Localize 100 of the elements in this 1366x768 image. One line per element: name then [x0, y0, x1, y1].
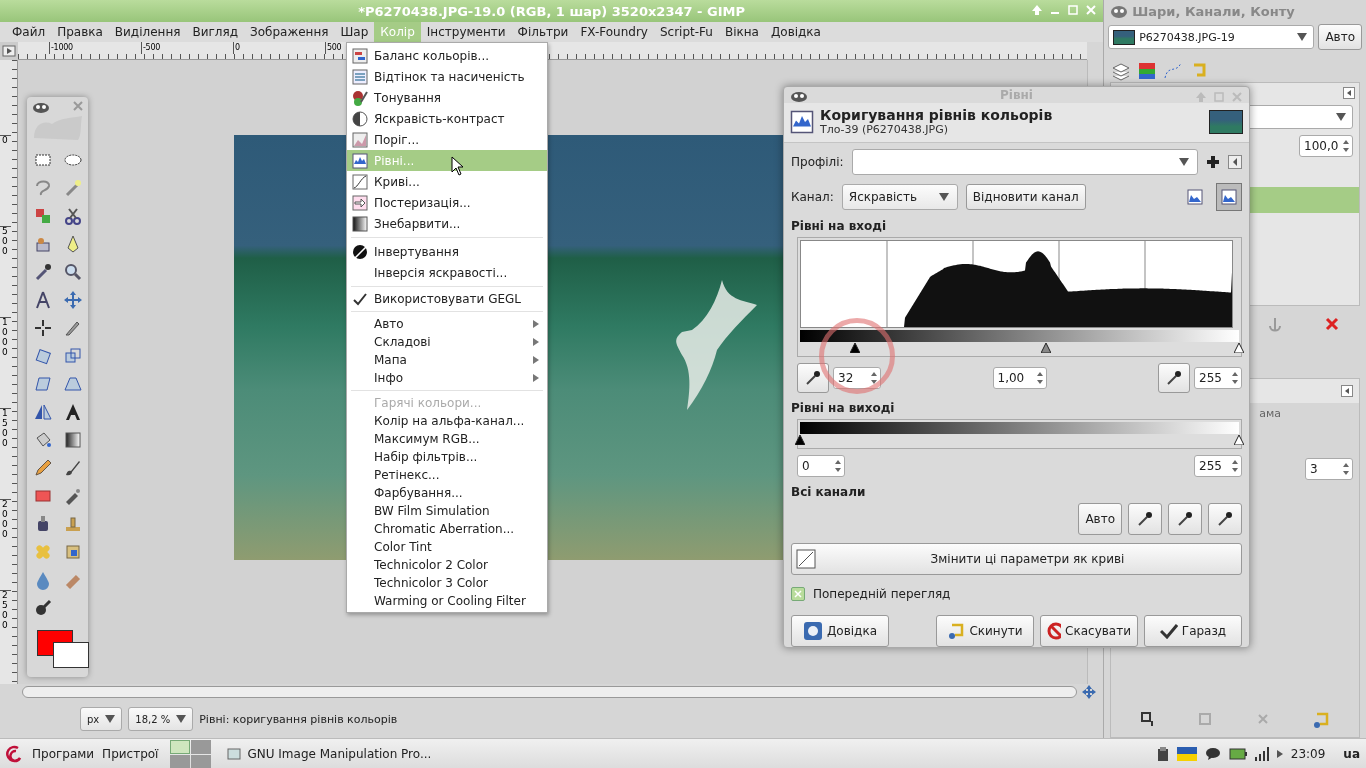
- menu-item[interactable]: Тонування: [347, 87, 547, 108]
- keyboard-layout[interactable]: ua: [1343, 747, 1360, 761]
- pencil-icon[interactable]: [32, 458, 53, 478]
- menu-item[interactable]: Постеризація...: [347, 192, 547, 213]
- zoom-dropdown[interactable]: 18,2 %: [128, 707, 194, 731]
- swirl-logo-icon[interactable]: [6, 745, 24, 763]
- spinner-arrows-icon[interactable]: [1342, 139, 1350, 153]
- menu-item[interactable]: Відтінок та насиченість: [347, 66, 547, 87]
- menu-bar-item[interactable]: Інструменти: [420, 22, 512, 42]
- scale-icon[interactable]: [62, 346, 83, 366]
- menu-item[interactable]: Color Tint: [347, 538, 547, 556]
- channel-dropdown[interactable]: Яскравість: [841, 184, 958, 210]
- menu-bar-item[interactable]: Файл: [6, 22, 52, 42]
- menu-bar-item[interactable]: Вікна: [718, 22, 765, 42]
- menu-item[interactable]: Криві...: [347, 171, 547, 192]
- signal-icon[interactable]: [1254, 747, 1269, 761]
- eyedropper-button[interactable]: [1168, 503, 1202, 535]
- image-dropdown[interactable]: P6270438.JPG-19: [1108, 25, 1315, 49]
- menu-item[interactable]: Technicolor 3 Color: [347, 574, 547, 592]
- horizontal-scrollbar[interactable]: [22, 686, 1078, 698]
- spinner-arrows-icon[interactable]: [1231, 371, 1239, 385]
- expand-arrow-icon[interactable]: [1276, 750, 1283, 758]
- spin-field[interactable]: 1,00: [992, 367, 1047, 389]
- menu-item[interactable]: Набір фільтрів...: [347, 448, 547, 466]
- battery-icon[interactable]: [1228, 748, 1247, 760]
- menu-item[interactable]: Максимум RGB...: [347, 430, 547, 448]
- workspace-thumbnail[interactable]: [170, 739, 191, 754]
- menu-item[interactable]: Складові: [347, 333, 547, 351]
- menu-item[interactable]: Яскравість-контраст: [347, 108, 547, 129]
- menu-item[interactable]: Фарбування...: [347, 484, 547, 502]
- auto-button[interactable]: Авто: [1078, 503, 1122, 535]
- chat-bubble-icon[interactable]: [1204, 747, 1221, 761]
- workspace-thumbnail[interactable]: [191, 754, 212, 768]
- spinner-arrows-icon[interactable]: [1231, 459, 1239, 473]
- ruler-toggle-icon[interactable]: [0, 42, 18, 60]
- delete-icon[interactable]: [1324, 316, 1340, 332]
- eyedropper-button[interactable]: [1208, 503, 1242, 535]
- menu-item[interactable]: Використовувати GEGL: [347, 290, 547, 308]
- dialog-button[interactable]: Скасувати: [1040, 615, 1138, 647]
- panel-menu-icon[interactable]: [1343, 87, 1355, 99]
- preview-checkbox[interactable]: [791, 587, 805, 601]
- clock[interactable]: 23:09: [1290, 747, 1326, 761]
- menu-item[interactable]: Знебарвити...: [347, 213, 547, 234]
- menu-bar-item[interactable]: Вигляд: [186, 22, 244, 42]
- spinner-arrows-icon[interactable]: [870, 371, 878, 385]
- scissors-icon[interactable]: [62, 206, 83, 226]
- menu-item[interactable]: Chromatic Aberration...: [347, 520, 547, 538]
- dialog-button[interactable]: Довідка: [791, 615, 889, 647]
- move-icon[interactable]: [62, 290, 83, 310]
- eyedropper-button[interactable]: [1158, 363, 1190, 393]
- menu-bar-item[interactable]: Шар: [334, 22, 375, 42]
- devices-menu[interactable]: Пристрої: [102, 747, 159, 761]
- flag-icon[interactable]: [1176, 747, 1197, 761]
- spin-field[interactable]: 32: [833, 367, 881, 389]
- spinner-arrows-icon[interactable]: [834, 459, 842, 473]
- workspace-thumbnail[interactable]: [191, 739, 212, 754]
- menu-bar-item[interactable]: Довідка: [764, 22, 827, 42]
- histogram-view-button[interactable]: [1216, 183, 1242, 211]
- eyedropper-button[interactable]: [1128, 503, 1162, 535]
- slider-handle[interactable]: [1234, 343, 1244, 353]
- navigate-icon[interactable]: [1081, 685, 1098, 699]
- spin-field[interactable]: 255: [1194, 455, 1242, 477]
- background-color-swatch[interactable]: [52, 642, 89, 668]
- auto-button[interactable]: Авто: [1318, 24, 1362, 50]
- reset-channel-button[interactable]: Відновити канал: [965, 184, 1086, 210]
- eyedropper-button[interactable]: [797, 363, 829, 393]
- slider-handle[interactable]: [795, 435, 805, 445]
- menu-bar-item[interactable]: Фільтри: [511, 22, 575, 42]
- perspective-icon[interactable]: [62, 374, 83, 394]
- spinner-arrows-icon[interactable]: [1342, 462, 1350, 476]
- menu-bar-item[interactable]: FX-Foundry: [574, 22, 654, 42]
- slider-handle[interactable]: [1234, 435, 1244, 445]
- clipboard-icon[interactable]: [1156, 746, 1169, 762]
- spin-field[interactable]: 0: [797, 455, 845, 477]
- dialog-button[interactable]: Гаразд: [1144, 615, 1242, 647]
- unit-dropdown[interactable]: px: [80, 707, 123, 731]
- menu-bar-item[interactable]: Зображення: [244, 22, 335, 42]
- spin-field[interactable]: 100,0: [1299, 135, 1353, 157]
- spin-field[interactable]: 3: [1305, 458, 1353, 480]
- spin-field[interactable]: 255: [1194, 367, 1242, 389]
- dialog-button[interactable]: Скинути: [936, 615, 1034, 647]
- crosshair-icon[interactable]: [32, 318, 53, 338]
- gradient-icon[interactable]: [62, 430, 83, 450]
- menu-item[interactable]: Інфо: [347, 369, 547, 387]
- menu-item[interactable]: Ретінекс...: [347, 466, 547, 484]
- panel-menu-icon[interactable]: [1341, 385, 1353, 397]
- menu-item[interactable]: Колір на альфа-канал...: [347, 412, 547, 430]
- spinner-arrows-icon[interactable]: [1035, 371, 1044, 385]
- menu-item[interactable]: Інвертування: [347, 241, 547, 262]
- workspace-thumbnail[interactable]: [170, 754, 191, 768]
- magnifier-icon[interactable]: [62, 262, 83, 282]
- menu-bar-item[interactable]: Правка: [51, 22, 109, 42]
- flip-icon[interactable]: [32, 402, 53, 422]
- menu-item[interactable]: Technicolor 2 Color: [347, 556, 547, 574]
- menu-item[interactable]: Авто: [347, 315, 547, 333]
- menu-item[interactable]: BW Film Simulation: [347, 502, 547, 520]
- applications-menu[interactable]: Програми: [32, 747, 95, 761]
- edit-as-curves-button[interactable]: Змінити ці параметри як криві: [791, 543, 1242, 575]
- menu-item[interactable]: Інверсія яскравості...: [347, 262, 547, 283]
- menu-bar-item[interactable]: Виділення: [108, 22, 187, 42]
